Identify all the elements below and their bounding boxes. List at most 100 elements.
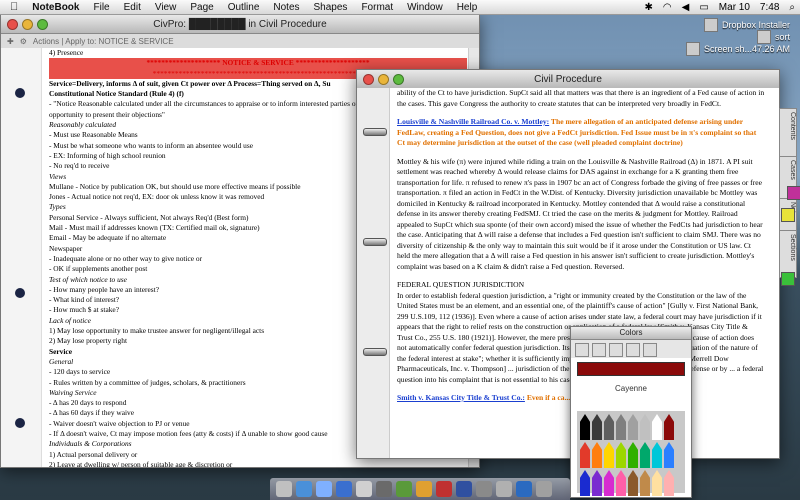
- colors-toolbar: [571, 340, 691, 358]
- bluetooth-icon[interactable]: ✱: [640, 2, 658, 13]
- dock-app-icon[interactable]: [396, 481, 412, 497]
- crayon-swatch[interactable]: [580, 414, 590, 440]
- crayon-swatch[interactable]: [652, 442, 662, 468]
- menu-window[interactable]: Window: [400, 2, 450, 13]
- desktop-icon-screenshot[interactable]: Screen sh...47.26 AM: [685, 42, 790, 56]
- color-palettes-icon[interactable]: [609, 343, 623, 357]
- crayon-swatch[interactable]: [616, 470, 626, 496]
- dock-app-icon[interactable]: [296, 481, 312, 497]
- menu-help[interactable]: Help: [450, 2, 485, 13]
- color-sliders-icon[interactable]: [592, 343, 606, 357]
- crayon-swatch[interactable]: [640, 414, 650, 440]
- menu-page[interactable]: Page: [183, 2, 220, 13]
- crayon-swatch[interactable]: [616, 442, 626, 468]
- menu-app-notebook[interactable]: NoteBook: [25, 2, 86, 13]
- window-title: Civil Procedure: [534, 73, 602, 85]
- dock-app-icon[interactable]: [536, 481, 552, 497]
- crayon-swatch[interactable]: [592, 470, 602, 496]
- crayons-icon[interactable]: [643, 343, 657, 357]
- minimize-button[interactable]: [378, 73, 389, 85]
- volume-icon[interactable]: ◀: [677, 2, 695, 13]
- crayon-swatch[interactable]: [592, 442, 602, 468]
- case-name[interactable]: Louisville & Nashville Railroad Co. v. M…: [397, 117, 549, 126]
- apple-menu-icon[interactable]: : [0, 1, 25, 13]
- clock-time[interactable]: 7:48: [755, 2, 784, 13]
- crayon-swatch[interactable]: [652, 414, 662, 440]
- crayon-swatch[interactable]: [628, 470, 638, 496]
- paragraph: ability of the Ct to have jurisdiction. …: [397, 88, 765, 108]
- menu-shapes[interactable]: Shapes: [307, 2, 355, 13]
- dock-app-icon[interactable]: [456, 481, 472, 497]
- dock-app-icon[interactable]: [356, 481, 372, 497]
- binder-hole: [15, 418, 25, 428]
- crayon-swatch[interactable]: [616, 414, 626, 440]
- side-tab-sections[interactable]: Sections: [779, 230, 797, 278]
- dock-app-icon[interactable]: [516, 481, 532, 497]
- window-title: CivPro: ████████ in Civil Procedure: [153, 18, 327, 30]
- side-tab-contents[interactable]: Contents: [779, 108, 797, 162]
- crayon-swatch[interactable]: [604, 470, 614, 496]
- crayon-swatch[interactable]: [580, 442, 590, 468]
- dock-app-icon[interactable]: [416, 481, 432, 497]
- crayon-swatch[interactable]: [604, 414, 614, 440]
- crayon-swatch[interactable]: [640, 470, 650, 496]
- gear-icon[interactable]: ⚙: [20, 37, 27, 46]
- wifi-icon[interactable]: ◠: [658, 2, 677, 13]
- dropbox-installer-icon: [703, 18, 718, 32]
- binder-margin: [1, 48, 42, 467]
- outline-line: ******************** NOTICE & SERVICE **…: [49, 58, 467, 69]
- add-icon[interactable]: ✚: [7, 37, 14, 46]
- divider-tab-green[interactable]: [781, 272, 795, 286]
- minimize-button[interactable]: [22, 18, 33, 30]
- toolbar-hint: Actions | Apply to: NOTICE & SERVICE: [32, 36, 174, 46]
- menu-format[interactable]: Format: [354, 2, 400, 13]
- case-name[interactable]: Smith v. Kansas City Title & Trust Co.:: [397, 393, 525, 402]
- spotlight-icon[interactable]: ⌕: [784, 2, 800, 13]
- titlebar[interactable]: CivPro: ████████ in Civil Procedure: [1, 15, 479, 34]
- color-name: Cayenne: [614, 384, 648, 393]
- dock-app-icon[interactable]: [336, 481, 352, 497]
- crayon-swatch[interactable]: [604, 442, 614, 468]
- battery-icon[interactable]: ▭: [694, 2, 713, 13]
- divider-tab-yellow[interactable]: [781, 208, 795, 222]
- dock-app-icon[interactable]: [476, 481, 492, 497]
- crayon-swatch[interactable]: [628, 442, 638, 468]
- notebook-toolbar: ✚ ⚙ Actions | Apply to: NOTICE & SERVICE: [1, 34, 479, 49]
- image-palettes-icon[interactable]: [626, 343, 640, 357]
- crayon-swatch[interactable]: [652, 470, 662, 496]
- notebook-window-civil-procedure: Civil Procedure ability of the Ct to hav…: [356, 69, 780, 459]
- crayon-swatch[interactable]: [640, 442, 650, 468]
- binder-ring: [363, 128, 387, 136]
- crayon-swatch[interactable]: [628, 414, 638, 440]
- dock-app-icon[interactable]: [316, 481, 332, 497]
- close-button[interactable]: [363, 73, 374, 85]
- dock-app-icon[interactable]: [376, 481, 392, 497]
- section-heading: FEDERAL QUESTION JURISDICTION: [397, 280, 525, 289]
- color-wheel-icon[interactable]: [575, 343, 589, 357]
- dock-app-icon[interactable]: [436, 481, 452, 497]
- titlebar[interactable]: Civil Procedure: [357, 70, 779, 89]
- crayon-swatch[interactable]: [664, 470, 674, 496]
- dock: [270, 478, 570, 500]
- menu-outline[interactable]: Outline: [221, 2, 267, 13]
- colors-title[interactable]: Colors: [571, 327, 691, 340]
- paragraph: Mottley & his wife (π) were injured whil…: [397, 156, 763, 271]
- menu-edit[interactable]: Edit: [117, 2, 148, 13]
- crayon-swatch[interactable]: [664, 442, 674, 468]
- crayon-swatch[interactable]: [580, 470, 590, 496]
- clock-date[interactable]: Mar 10: [714, 2, 755, 13]
- menu-view[interactable]: View: [148, 2, 184, 13]
- crayon-swatch[interactable]: [592, 414, 602, 440]
- dock-app-icon[interactable]: [276, 481, 292, 497]
- divider-tab-magenta[interactable]: [787, 186, 800, 200]
- menu-file[interactable]: File: [86, 2, 116, 13]
- close-button[interactable]: [7, 18, 18, 30]
- color-well[interactable]: [577, 362, 685, 376]
- binder-ring: [363, 238, 387, 246]
- menu-notes[interactable]: Notes: [266, 2, 306, 13]
- dock-app-icon[interactable]: [496, 481, 512, 497]
- crayon-swatch[interactable]: [664, 414, 674, 440]
- zoom-button[interactable]: [393, 73, 404, 85]
- crayon-box: [577, 411, 685, 496]
- zoom-button[interactable]: [37, 18, 48, 30]
